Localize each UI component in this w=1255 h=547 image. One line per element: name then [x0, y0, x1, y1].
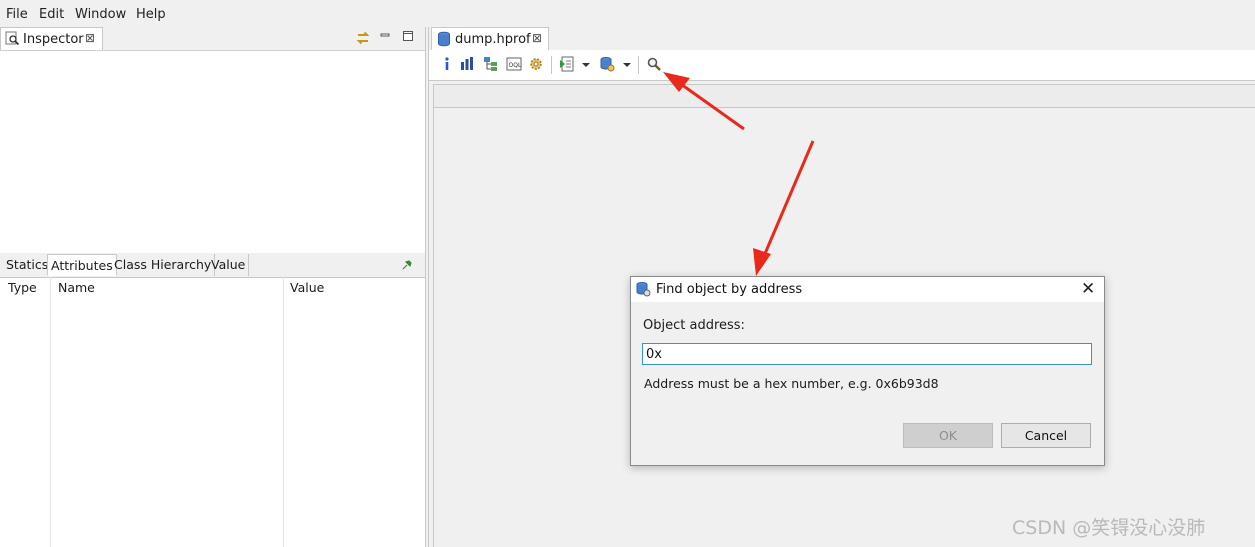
arrow-to-find-icon: [663, 72, 745, 131]
watermark: CSDN @笑锝没心没肺: [1012, 517, 1206, 539]
arrow-to-dialog: [753, 140, 815, 276]
annotation-arrows: [663, 72, 815, 276]
